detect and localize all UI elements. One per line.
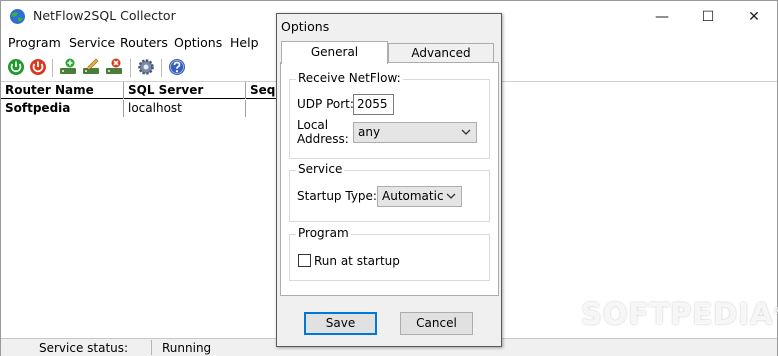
receive-netflow-title: Receive NetFlow: [296, 71, 403, 85]
local-address-value: any [358, 125, 381, 139]
minimize-button[interactable]: — [639, 1, 685, 32]
globe-app-icon [10, 9, 25, 24]
edit-router-icon[interactable] [81, 57, 101, 77]
toolbar-separator [52, 59, 53, 77]
udp-port-label: UDP Port: [297, 97, 354, 111]
column-sql-server[interactable]: SQL Server [124, 82, 246, 99]
startup-type-label: Startup Type: [297, 189, 377, 203]
dialog-title: Options [281, 19, 330, 34]
toolbar-separator [161, 59, 162, 77]
startup-type-value: Automatic [382, 189, 444, 203]
status-divider [151, 340, 152, 355]
run-at-startup-label[interactable]: Run at startup [314, 254, 400, 268]
save-button[interactable]: Save [304, 312, 377, 335]
receive-netflow-group: Receive NetFlow: UDP Port: 2055 Local Ad… [289, 71, 490, 159]
menu-routers[interactable]: Routers [120, 35, 168, 50]
close-button[interactable]: ✕ [731, 1, 777, 32]
chevron-down-icon [446, 193, 456, 199]
tab-advanced[interactable]: Advanced [388, 43, 494, 63]
list-header: Router Name SQL Server Seque [1, 82, 301, 99]
service-status-label: Service status: [39, 341, 129, 355]
local-address-select[interactable]: any [353, 122, 477, 143]
stop-service-icon[interactable] [28, 57, 48, 77]
menu-options[interactable]: Options [174, 35, 222, 50]
program-title: Program [296, 226, 351, 240]
delete-router-icon[interactable] [104, 57, 124, 77]
cell-sql-server: localhost [124, 100, 246, 117]
menu-help[interactable]: Help [230, 35, 259, 50]
menu-program[interactable]: Program [8, 35, 61, 50]
add-router-icon[interactable] [58, 57, 78, 77]
program-group: Program Run at startup [289, 226, 490, 281]
cell-router-name: Softpedia [1, 100, 124, 117]
start-service-icon[interactable] [6, 57, 26, 77]
startup-type-select[interactable]: Automatic [377, 186, 462, 207]
service-status-value: Running [162, 341, 212, 355]
tab-general[interactable]: General [281, 41, 388, 64]
udp-port-input[interactable]: 2055 [353, 94, 394, 115]
column-router-name[interactable]: Router Name [1, 82, 124, 99]
app-title: NetFlow2SQL Collector [33, 8, 176, 23]
table-row[interactable]: Softpedia localhost [1, 100, 301, 117]
service-group: Service Startup Type: Automatic [289, 162, 490, 222]
general-tab-panel: Receive NetFlow: UDP Port: 2055 Local Ad… [280, 62, 499, 296]
local-address-label-line2: Address: [297, 132, 349, 146]
local-address-label-line1: Local [297, 118, 329, 132]
cancel-button[interactable]: Cancel [400, 312, 473, 335]
run-at-startup-checkbox[interactable] [298, 254, 311, 267]
help-icon[interactable] [167, 57, 187, 77]
service-title: Service [296, 162, 345, 176]
menu-service[interactable]: Service [69, 35, 115, 50]
options-dialog: Options General Advanced Receive NetFlow… [276, 13, 502, 347]
settings-icon[interactable] [136, 57, 156, 77]
toolbar-separator [130, 59, 131, 77]
softpedia-watermark: SOFTPEDIA® [581, 297, 778, 331]
maximize-button[interactable]: ☐ [685, 1, 731, 32]
chevron-down-icon [461, 129, 471, 135]
